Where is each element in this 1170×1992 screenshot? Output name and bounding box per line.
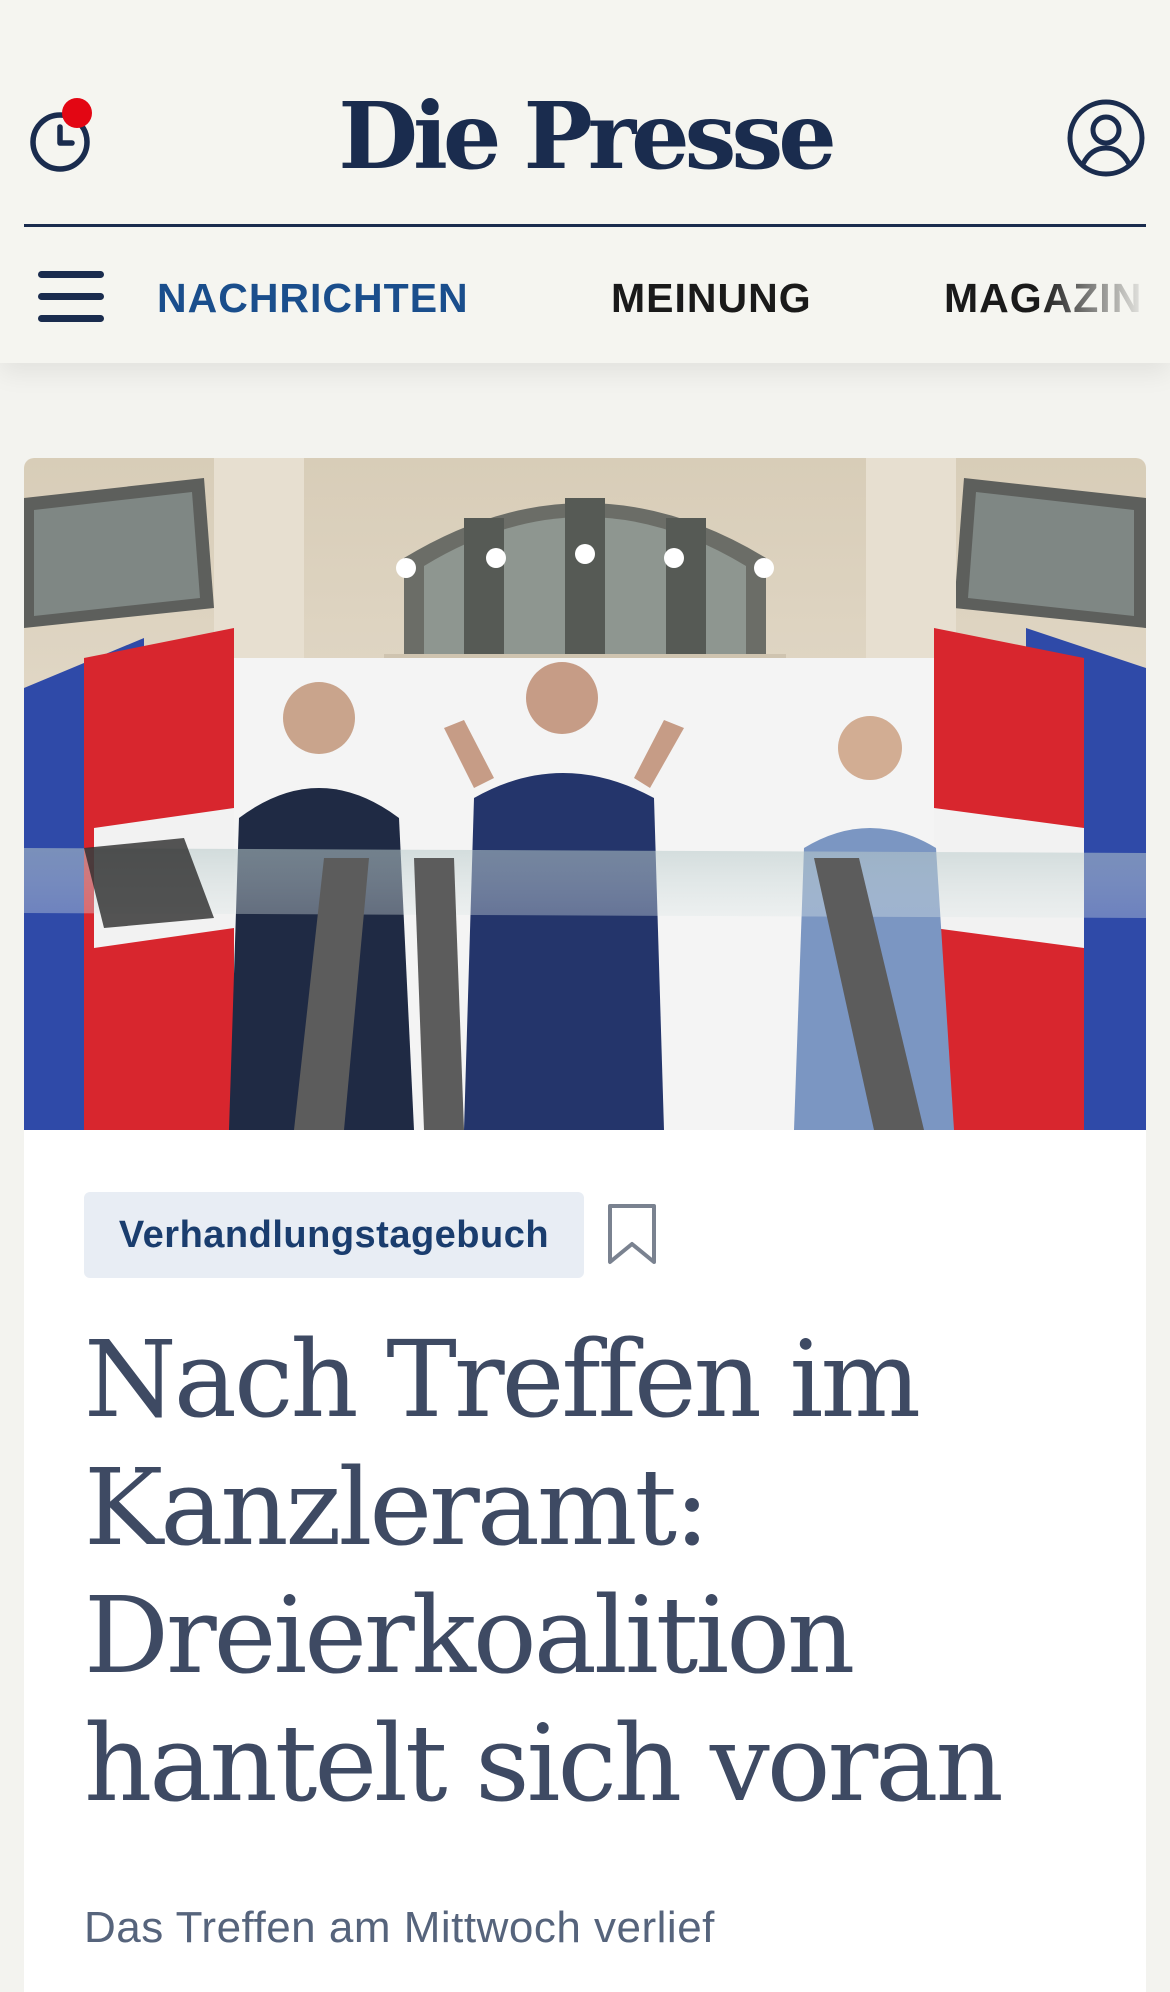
bookmark-icon[interactable] <box>606 1202 658 1266</box>
article-headline: Nach Treffen im Kanzleramt: Dreierkoalit… <box>84 1318 1004 1825</box>
article-lead: Das Treffen am Mittwoch verlief <box>84 1903 715 1952</box>
article-card: Verhandlungstagebuch Nach Treffen im Kan… <box>24 458 1146 1992</box>
user-account-icon <box>1067 99 1145 177</box>
section-nav: NACHRICHTEN MEINUNG MAGAZIN <box>0 270 1170 326</box>
site-logo[interactable]: Die Presse <box>0 84 1170 188</box>
site-header: Die Presse NACHRICHTEN MEINUNG MAGAZIN <box>0 0 1170 363</box>
header-divider <box>24 224 1146 227</box>
article-hero-image[interactable] <box>24 458 1146 1130</box>
nav-item-nachrichten[interactable]: NACHRICHTEN <box>157 270 469 326</box>
article-kicker-tag[interactable]: Verhandlungstagebuch <box>84 1192 584 1278</box>
nav-fade-overlay <box>1040 270 1170 326</box>
user-account-button[interactable] <box>1066 98 1146 178</box>
nav-item-meinung[interactable]: MEINUNG <box>611 270 812 326</box>
